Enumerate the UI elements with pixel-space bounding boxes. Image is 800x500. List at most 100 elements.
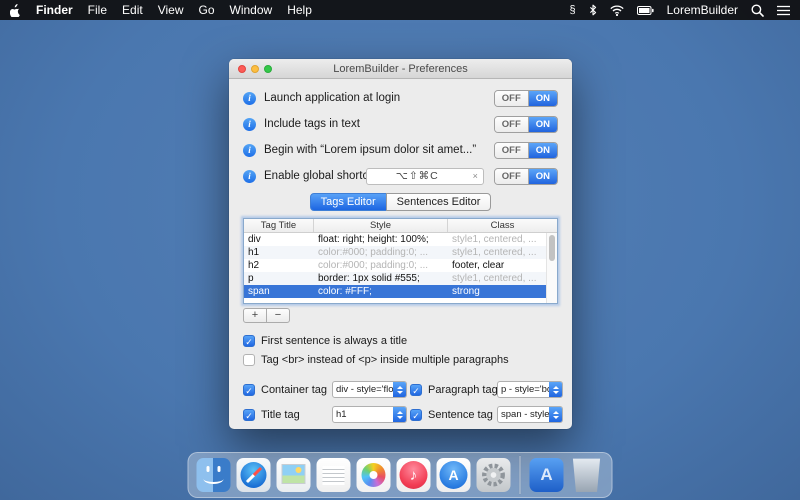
- tab-sentences-editor[interactable]: Sentences Editor: [386, 193, 492, 211]
- close-window-button[interactable]: [238, 65, 246, 73]
- window-titlebar[interactable]: LoremBuilder - Preferences: [229, 59, 572, 79]
- table-row[interactable]: h1 color:#000; padding:0; ... style1, ce…: [244, 246, 557, 259]
- shortcut-recorder-field[interactable]: ⌥⇧⌘C ×: [366, 168, 484, 185]
- global-shortcut-toggle[interactable]: OFF ON: [494, 168, 558, 185]
- cell-class: style1, centered, ...: [448, 246, 557, 259]
- textedit-dock-icon[interactable]: [317, 458, 351, 492]
- paragraph-tag-select[interactable]: p - style='bor: [497, 381, 563, 398]
- input-menu-icon[interactable]: §: [570, 5, 576, 16]
- table-row[interactable]: div float: right; height: 100%; style1, …: [244, 233, 557, 246]
- checkbox-checked[interactable]: ✓: [243, 409, 255, 421]
- select-value: h1: [333, 407, 393, 422]
- menu-item-edit[interactable]: Edit: [122, 3, 143, 17]
- zoom-window-button[interactable]: [264, 65, 272, 73]
- pref-row-begin-with: i Begin with “Lorem ipsum dolor sit amet…: [243, 137, 558, 163]
- music-note-icon: ♪: [397, 458, 431, 492]
- cell-tag: h2: [244, 259, 314, 272]
- info-icon[interactable]: i: [243, 118, 256, 131]
- launch-at-login-toggle[interactable]: OFF ON: [494, 90, 558, 107]
- sentence-tag-select[interactable]: span - style=': [497, 406, 563, 423]
- safari-dock-icon[interactable]: [237, 458, 271, 492]
- cell-class: style1, centered, ...: [448, 233, 557, 246]
- app-store-dock-icon[interactable]: A: [437, 458, 471, 492]
- pref-row-global-shortcut: i Enable global shortcut ⌥⇧⌘C × OFF ON: [243, 163, 558, 189]
- preview-dock-icon[interactable]: [277, 458, 311, 492]
- bluetooth-icon[interactable]: [589, 4, 597, 16]
- table-row[interactable]: p border: 1px solid #555; style1, center…: [244, 272, 557, 285]
- column-header-style[interactable]: Style: [314, 219, 448, 232]
- apple-icon[interactable]: [10, 4, 21, 17]
- toggle-off-segment[interactable]: OFF: [495, 117, 529, 132]
- toggle-on-segment[interactable]: ON: [529, 143, 557, 158]
- system-preferences-dock-icon[interactable]: [477, 458, 511, 492]
- cell-style: float: right; height: 100%;: [314, 233, 448, 246]
- container-tag-option[interactable]: ✓ Container tag: [243, 384, 329, 396]
- itunes-dock-icon[interactable]: ♪: [397, 458, 431, 492]
- remove-row-button[interactable]: −: [266, 308, 290, 323]
- tab-tags-editor[interactable]: Tags Editor: [310, 193, 387, 211]
- toggle-off-segment[interactable]: OFF: [495, 143, 529, 158]
- option-label: Title tag: [261, 409, 300, 421]
- menu-item-window[interactable]: Window: [230, 3, 273, 17]
- cell-style: border: 1px solid #555;: [314, 272, 448, 285]
- table-row-selected[interactable]: span color: #FFF; strong: [244, 285, 557, 298]
- preferences-window: LoremBuilder - Preferences i Launch appl…: [229, 59, 572, 429]
- sentence-tag-option[interactable]: ✓ Sentence tag: [410, 409, 494, 421]
- table-buttons: + −: [243, 308, 558, 323]
- battery-icon[interactable]: [637, 6, 654, 15]
- status-app-label[interactable]: LoremBuilder: [667, 3, 738, 17]
- table-scrollbar[interactable]: [546, 233, 557, 303]
- photos-dock-icon[interactable]: [357, 458, 391, 492]
- menu-item-help[interactable]: Help: [287, 3, 312, 17]
- checkbox-checked[interactable]: ✓: [410, 409, 422, 421]
- toggle-on-segment[interactable]: ON: [529, 117, 557, 132]
- paragraph-tag-option[interactable]: ✓ Paragraph tag: [410, 384, 494, 396]
- menu-item-file[interactable]: File: [88, 3, 107, 17]
- dock: ♪ A A: [188, 452, 613, 498]
- checkbox-checked[interactable]: ✓: [243, 335, 255, 347]
- column-header-tag-title[interactable]: Tag Title: [244, 219, 314, 232]
- add-row-button[interactable]: +: [243, 308, 267, 323]
- toggle-off-segment[interactable]: OFF: [495, 91, 529, 106]
- menu-item-finder[interactable]: Finder: [36, 3, 73, 17]
- option-label: First sentence is always a title: [261, 335, 407, 347]
- wifi-icon[interactable]: [610, 5, 624, 16]
- toggle-on-segment[interactable]: ON: [529, 91, 557, 106]
- popup-arrows-icon: [549, 407, 562, 422]
- toggle-off-segment[interactable]: OFF: [495, 169, 529, 184]
- menu-item-go[interactable]: Go: [199, 3, 215, 17]
- notification-center-icon[interactable]: [777, 5, 790, 16]
- editor-tabs: Tags Editor Sentences Editor: [243, 193, 558, 211]
- menu-item-view[interactable]: View: [158, 3, 184, 17]
- lorembuilder-a-icon: A: [530, 458, 564, 492]
- lorembuilder-dock-icon[interactable]: A: [530, 458, 564, 492]
- include-tags-toggle[interactable]: OFF ON: [494, 116, 558, 133]
- title-tag-select[interactable]: h1: [332, 406, 407, 423]
- checkbox-checked[interactable]: ✓: [410, 384, 422, 396]
- cell-tag: span: [244, 285, 314, 298]
- cell-class: strong: [448, 285, 557, 298]
- finder-dock-icon[interactable]: [197, 458, 231, 492]
- column-header-class[interactable]: Class: [448, 219, 557, 232]
- option-tag-br[interactable]: Tag <br> instead of <p> inside multiple …: [243, 351, 558, 368]
- option-first-sentence-title[interactable]: ✓ First sentence is always a title: [243, 332, 558, 349]
- trash-dock-icon[interactable]: [570, 458, 604, 492]
- info-icon[interactable]: i: [243, 92, 256, 105]
- info-icon[interactable]: i: [243, 144, 256, 157]
- shortcut-clear-button[interactable]: ×: [468, 171, 483, 181]
- minimize-window-button[interactable]: [251, 65, 259, 73]
- pref-row-launch-at-login: i Launch application at login OFF ON: [243, 85, 558, 111]
- container-tag-select[interactable]: div - style='flo: [332, 381, 407, 398]
- begin-with-toggle[interactable]: OFF ON: [494, 142, 558, 159]
- checkbox-checked[interactable]: ✓: [243, 384, 255, 396]
- spotlight-search-icon[interactable]: [751, 4, 764, 17]
- info-icon[interactable]: i: [243, 170, 256, 183]
- table-row[interactable]: h2 color:#000; padding:0; ... footer, cl…: [244, 259, 557, 272]
- option-label: Container tag: [261, 384, 327, 396]
- option-label: Sentence tag: [428, 409, 493, 421]
- pref-label: Enable global shortcut: [264, 170, 366, 182]
- title-tag-option[interactable]: ✓ Title tag: [243, 409, 329, 421]
- toggle-on-segment[interactable]: ON: [529, 169, 557, 184]
- checkbox-unchecked[interactable]: [243, 354, 255, 366]
- scrollbar-thumb[interactable]: [549, 235, 555, 261]
